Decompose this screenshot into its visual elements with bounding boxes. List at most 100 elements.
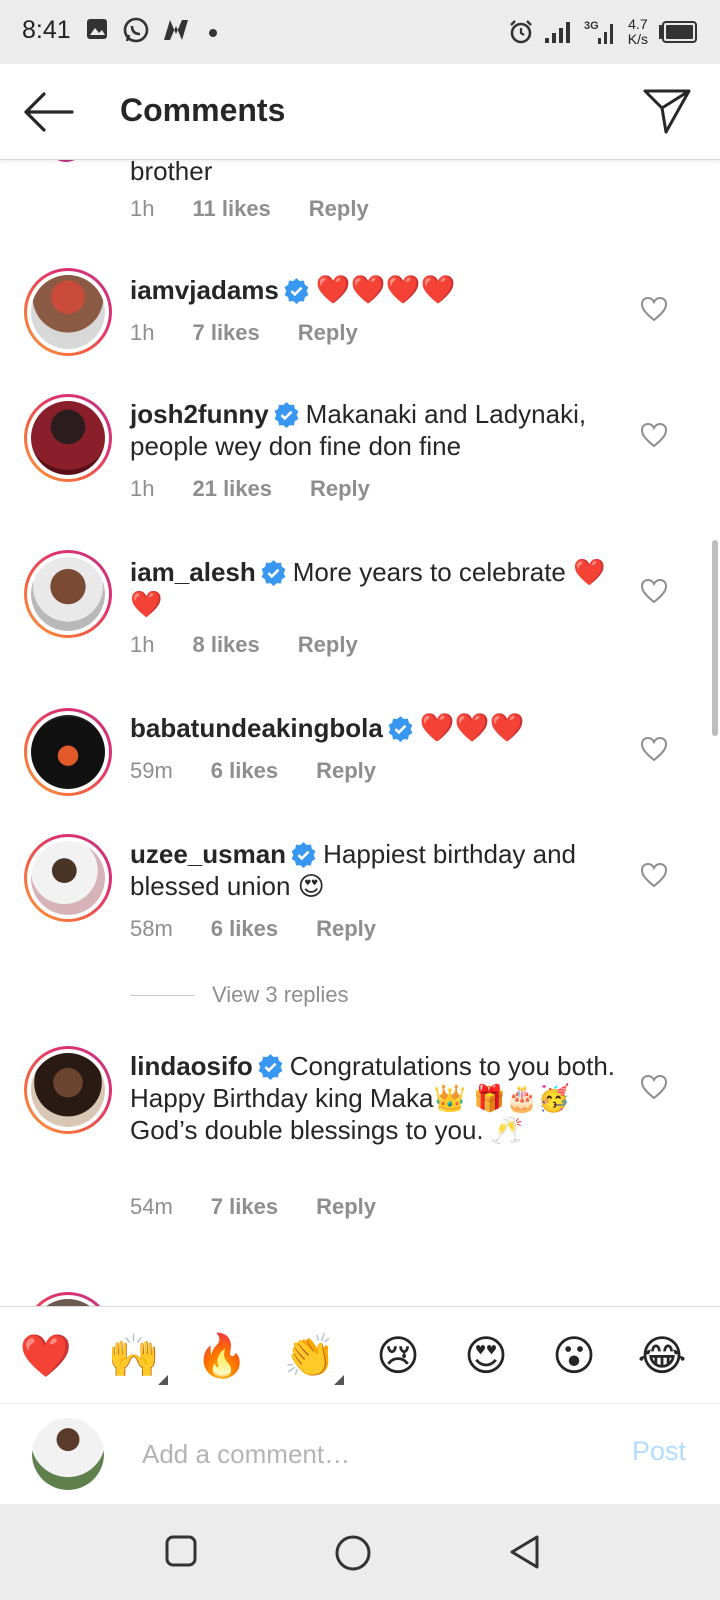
alarm-icon	[509, 20, 532, 44]
username[interactable]: uzee_usman	[130, 839, 286, 869]
comments-list[interactable]: brother 1h 11 likes Reply iamvjadams ❤️❤️…	[0, 160, 720, 1306]
like-heart-icon[interactable]	[640, 422, 668, 448]
avatar[interactable]	[24, 394, 112, 482]
comment-body: uzee_usman Happiest birthday and blessed …	[130, 838, 620, 902]
whatsapp-icon	[123, 17, 149, 43]
paper-plane-icon[interactable]	[642, 86, 692, 136]
comment-time: 54m	[130, 1194, 173, 1219]
comment-meta: 1h 8 likes Reply	[130, 632, 358, 658]
comment-text: Congratulations to you both.	[289, 1051, 615, 1081]
avatar[interactable]	[24, 1046, 112, 1134]
comment-meta: 1h 11 likes Reply	[130, 196, 369, 222]
reply-button[interactable]: Reply	[298, 632, 358, 658]
emoji-glyph: 👏	[283, 1332, 337, 1379]
comment-body: iamvjadams ❤️❤️❤️❤️	[130, 274, 620, 306]
comment-input[interactable]	[142, 1434, 602, 1474]
signal-icon	[544, 22, 570, 43]
comment-time: 1h	[130, 632, 155, 657]
comment-meta: 54m 7 likes Reply	[130, 1194, 376, 1220]
verified-badge-icon	[388, 716, 413, 742]
username[interactable]: josh2funny	[130, 399, 269, 429]
recents-square-icon[interactable]	[164, 1534, 198, 1568]
network-speed-value: 4.7	[628, 16, 648, 32]
emoji-laughing-button[interactable]: 😂	[634, 1331, 690, 1381]
like-heart-icon[interactable]	[640, 862, 668, 888]
username[interactable]: babatundeakingbola	[130, 713, 383, 743]
system-nav-bar	[0, 1504, 720, 1600]
reply-button[interactable]: Reply	[310, 476, 370, 502]
like-heart-icon[interactable]	[640, 296, 668, 322]
dot-icon	[209, 29, 217, 37]
comment-meta: 1h 7 likes Reply	[130, 320, 358, 346]
view-replies-label[interactable]: View 3 replies	[212, 982, 349, 1008]
emoji-heart-button[interactable]: ❤️	[18, 1331, 74, 1381]
status-right: 3G 4.7 K/s	[508, 12, 698, 52]
scrollbar-thumb[interactable]	[712, 540, 718, 736]
emoji-glyph: 🙌	[107, 1332, 161, 1379]
avatar[interactable]	[24, 708, 112, 796]
likes-count[interactable]: 11 likes	[192, 196, 270, 222]
emoji-crying-button[interactable]: 😢	[370, 1331, 426, 1381]
verified-badge-icon	[261, 560, 286, 586]
post-button[interactable]: Post	[632, 1436, 686, 1467]
news-icon	[164, 20, 188, 40]
likes-count[interactable]: 8 likes	[192, 632, 259, 658]
likes-count[interactable]: 7 likes	[192, 320, 259, 346]
like-heart-icon[interactable]	[640, 736, 668, 762]
network-speed-unit: K/s	[627, 31, 648, 47]
avatar[interactable]	[24, 268, 112, 356]
comment-meta: 1h 21 likes Reply	[130, 476, 370, 502]
emoji-clap-button[interactable]: 👏	[282, 1331, 344, 1385]
comment-text-line: God’s double blessings to you. 🥂	[130, 1115, 524, 1145]
avatar[interactable]	[44, 160, 88, 162]
emoji-fire-button[interactable]: 🔥	[194, 1331, 250, 1381]
likes-count[interactable]: 6 likes	[211, 916, 278, 942]
likes-count[interactable]: 6 likes	[211, 758, 278, 784]
skin-tone-indicator	[334, 1375, 344, 1385]
gallery-icon	[87, 19, 107, 39]
avatar[interactable]	[24, 834, 112, 922]
reply-button[interactable]: Reply	[316, 1194, 376, 1220]
reply-button[interactable]: Reply	[309, 196, 369, 222]
comment-text: ❤️❤️❤️❤️	[315, 274, 456, 305]
comment-body: josh2funny Makanaki and Ladynaki, people …	[130, 398, 620, 462]
add-comment-bar: Post	[0, 1404, 720, 1504]
view-replies-button[interactable]: View 3 replies	[130, 982, 349, 1008]
username[interactable]: iam_alesh	[130, 557, 256, 587]
back-triangle-icon[interactable]	[508, 1534, 542, 1570]
likes-count[interactable]: 21 likes	[192, 476, 272, 502]
verified-badge-icon	[258, 1054, 283, 1080]
likes-count[interactable]: 7 likes	[211, 1194, 278, 1220]
verified-badge-icon	[284, 278, 309, 304]
back-arrow-icon[interactable]	[22, 88, 74, 136]
status-time: 8:41	[22, 16, 71, 44]
comment-time: 59m	[130, 758, 173, 783]
username[interactable]: iamvjadams	[130, 275, 279, 305]
username[interactable]: lindaosifo	[130, 1051, 253, 1081]
comment-body: iam_alesh More years to celebrate ❤️❤️	[130, 556, 620, 620]
avatar[interactable]	[24, 550, 112, 638]
comment-time: 1h	[130, 196, 155, 221]
avatar[interactable]	[24, 1292, 112, 1306]
comment-meta: 58m 6 likes Reply	[130, 916, 376, 942]
reply-button[interactable]: Reply	[316, 916, 376, 942]
comment-body: babatundeakingbola ❤️❤️❤️	[130, 712, 620, 744]
comment-time: 1h	[130, 320, 155, 345]
verified-badge-icon	[291, 842, 316, 868]
reply-button[interactable]: Reply	[298, 320, 358, 346]
reply-button[interactable]: Reply	[316, 758, 376, 784]
network-speed: 4.7 K/s	[628, 17, 648, 47]
emoji-quick-bar: ❤️ 🙌 🔥 👏 😢 😍 😮 😂	[0, 1306, 720, 1404]
comment-time: 58m	[130, 916, 173, 941]
emoji-raised-hands-button[interactable]: 🙌	[106, 1331, 168, 1385]
emoji-heart-eyes-button[interactable]: 😍	[458, 1331, 514, 1381]
emoji-surprised-button[interactable]: 😮	[546, 1331, 602, 1381]
page-title: Comments	[120, 92, 286, 128]
like-heart-icon[interactable]	[640, 578, 668, 604]
status-bar: 8:41 3G 4.7 K/s	[0, 0, 720, 64]
comment-body: lindaosifo Congratulations to you both. H…	[130, 1050, 620, 1146]
comment-text-line: Happy Birthday king Maka👑 🎁🎂🥳	[130, 1083, 571, 1113]
home-circle-icon[interactable]	[334, 1534, 372, 1572]
divider	[130, 994, 194, 996]
like-heart-icon[interactable]	[640, 1074, 668, 1100]
